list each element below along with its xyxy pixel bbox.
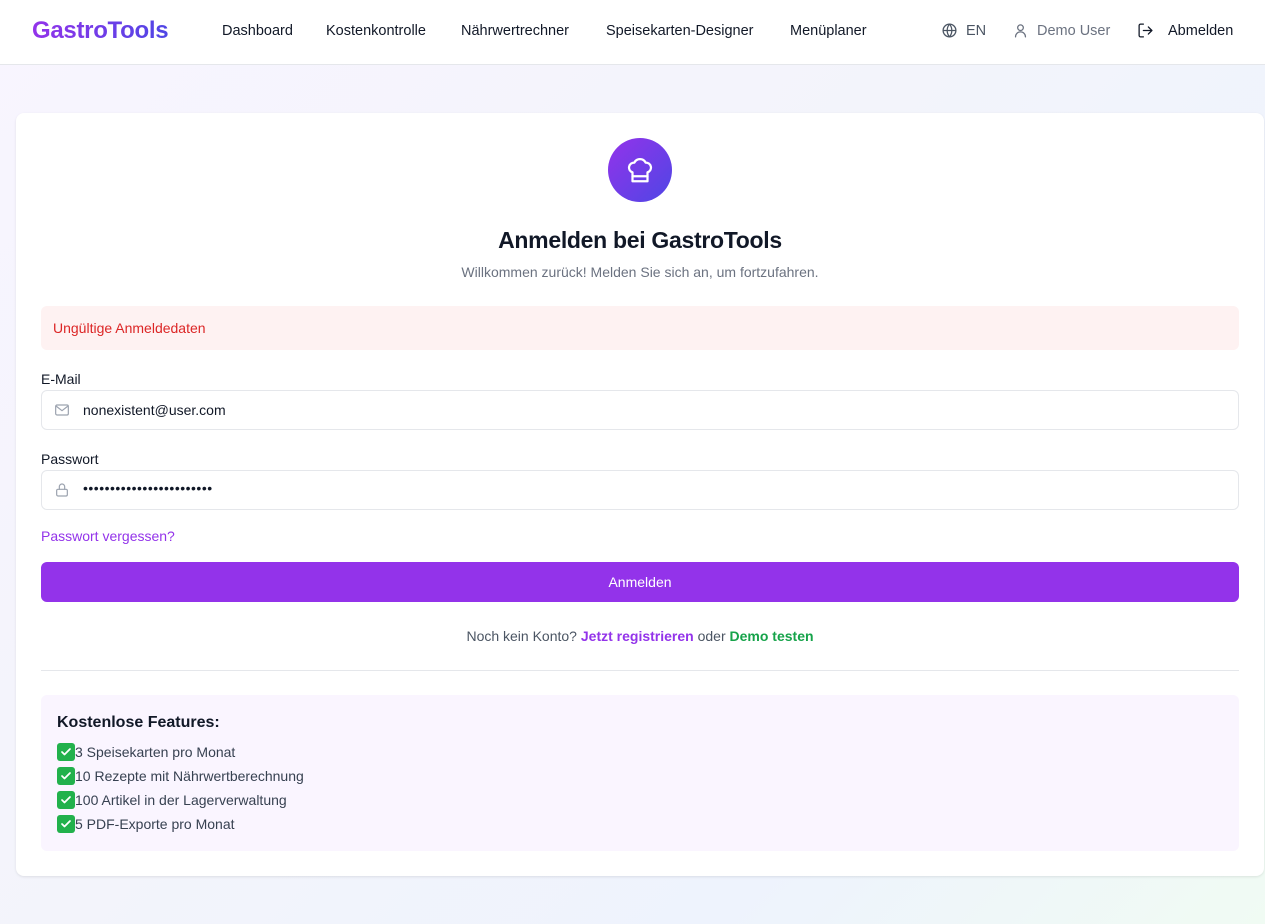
feature-item: 100 Artikel in der Lagerverwaltung — [57, 791, 287, 809]
lock-icon — [56, 483, 68, 497]
feature-text: 5 PDF-Exporte pro Monat — [75, 816, 235, 832]
feature-text: 100 Artikel in der Lagerverwaltung — [75, 792, 287, 808]
logout-label: Abmelden — [1168, 22, 1234, 39]
nav-link-kostenkontrolle[interactable]: Kostenkontrolle — [326, 23, 426, 39]
brand-logo[interactable]: GastroTools — [32, 17, 169, 45]
login-submit-button[interactable]: Anmelden — [41, 562, 1239, 602]
password-label: Passwort — [41, 451, 99, 467]
check-icon — [57, 743, 75, 761]
error-alert: Ungültige Anmeldedaten — [41, 306, 1239, 350]
feature-text: 3 Speisekarten pro Monat — [75, 744, 236, 760]
features-title: Kostenlose Features: — [57, 714, 220, 731]
free-features-box: Kostenlose Features: 3 Speisekarten pro … — [41, 695, 1239, 851]
nav-link-menueplaner[interactable]: Menüplaner — [790, 23, 867, 39]
demo-link[interactable]: Demo testen — [730, 628, 814, 644]
user-icon — [1014, 24, 1027, 38]
login-card: Anmelden bei GastroTools Willkommen zurü… — [16, 113, 1264, 876]
globe-icon — [942, 23, 957, 38]
language-switcher[interactable]: EN — [941, 22, 986, 39]
email-field[interactable]: nonexistent@user.com — [41, 390, 1239, 430]
page-title: Anmelden bei GastroTools — [498, 227, 782, 253]
nav-link-dashboard[interactable]: Dashboard — [222, 23, 293, 39]
logout-button[interactable]: Abmelden — [1137, 22, 1233, 39]
page-subtitle: Willkommen zurück! Melden Sie sich an, u… — [461, 264, 819, 280]
chef-hat-badge — [608, 138, 672, 202]
check-icon — [57, 767, 75, 785]
no-account-text: Noch kein Konto? — [466, 628, 577, 644]
user-name: Demo User — [1037, 22, 1111, 39]
feature-item: 5 PDF-Exporte pro Monat — [57, 815, 235, 833]
mail-icon — [55, 404, 69, 416]
nav-link-naehrwertrechner[interactable]: Nährwertrechner — [461, 23, 569, 39]
chef-hat-icon — [627, 158, 653, 183]
feature-item: 10 Rezepte mit Nährwertberechnung — [57, 767, 304, 785]
password-value: •••••••••••••••••••••••• — [83, 480, 213, 496]
check-icon — [57, 815, 75, 833]
nav-link-speisekarten-designer[interactable]: Speisekarten-Designer — [606, 23, 754, 39]
check-icon — [57, 791, 75, 809]
or-text: oder — [697, 628, 726, 644]
feature-text: 10 Rezepte mit Nährwertberechnung — [75, 768, 304, 784]
logout-icon — [1138, 23, 1153, 38]
register-link[interactable]: Jetzt registrieren — [581, 628, 694, 644]
forgot-password-link[interactable]: Passwort vergessen? — [41, 528, 175, 544]
email-value: nonexistent@user.com — [83, 402, 226, 418]
divider — [41, 670, 1239, 671]
register-prompt: Noch kein Konto? Jetzt registrieren oder… — [16, 628, 1264, 644]
user-menu[interactable]: Demo User — [1012, 22, 1110, 39]
language-label: EN — [966, 22, 987, 39]
feature-item: 3 Speisekarten pro Monat — [57, 743, 235, 761]
top-navbar: GastroTools Dashboard Kostenkontrolle Nä… — [0, 0, 1265, 65]
password-field[interactable]: •••••••••••••••••••••••• — [41, 470, 1239, 510]
email-label: E-Mail — [41, 371, 81, 387]
